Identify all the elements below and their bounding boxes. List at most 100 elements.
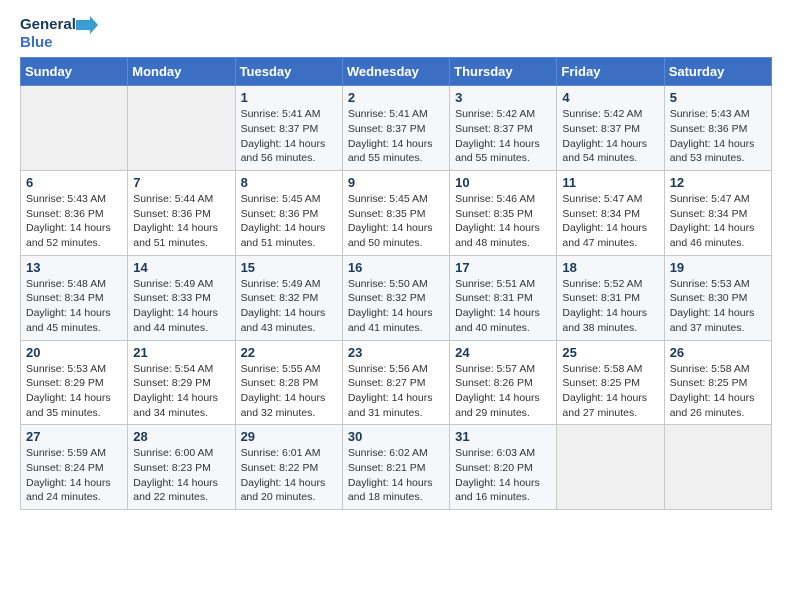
weekday-header: Sunday bbox=[21, 58, 128, 86]
day-detail: Sunrise: 5:44 AM Sunset: 8:36 PM Dayligh… bbox=[133, 192, 229, 251]
day-number: 13 bbox=[26, 260, 122, 275]
day-detail: Sunrise: 5:41 AM Sunset: 8:37 PM Dayligh… bbox=[241, 107, 337, 166]
calendar-cell: 16 Sunrise: 5:50 AM Sunset: 8:32 PM Dayli… bbox=[342, 255, 449, 340]
calendar-cell: 22 Sunrise: 5:55 AM Sunset: 8:28 PM Dayli… bbox=[235, 340, 342, 425]
weekday-header: Saturday bbox=[664, 58, 771, 86]
day-detail: Sunrise: 5:48 AM Sunset: 8:34 PM Dayligh… bbox=[26, 277, 122, 336]
day-detail: Sunrise: 5:54 AM Sunset: 8:29 PM Dayligh… bbox=[133, 362, 229, 421]
calendar-cell bbox=[557, 425, 664, 510]
day-detail: Sunrise: 5:45 AM Sunset: 8:36 PM Dayligh… bbox=[241, 192, 337, 251]
calendar-cell: 27 Sunrise: 5:59 AM Sunset: 8:24 PM Dayli… bbox=[21, 425, 128, 510]
day-number: 12 bbox=[670, 175, 766, 190]
weekday-header-row: SundayMondayTuesdayWednesdayThursdayFrid… bbox=[21, 58, 772, 86]
day-number: 31 bbox=[455, 429, 551, 444]
calendar-week-row: 1 Sunrise: 5:41 AM Sunset: 8:37 PM Daylig… bbox=[21, 86, 772, 171]
calendar-cell: 1 Sunrise: 5:41 AM Sunset: 8:37 PM Daylig… bbox=[235, 86, 342, 171]
day-number: 1 bbox=[241, 90, 337, 105]
day-number: 23 bbox=[348, 345, 444, 360]
calendar-cell: 30 Sunrise: 6:02 AM Sunset: 8:21 PM Dayli… bbox=[342, 425, 449, 510]
day-number: 14 bbox=[133, 260, 229, 275]
calendar-cell: 21 Sunrise: 5:54 AM Sunset: 8:29 PM Dayli… bbox=[128, 340, 235, 425]
calendar-cell: 12 Sunrise: 5:47 AM Sunset: 8:34 PM Dayli… bbox=[664, 171, 771, 256]
calendar-cell: 25 Sunrise: 5:58 AM Sunset: 8:25 PM Dayli… bbox=[557, 340, 664, 425]
calendar-cell: 28Sunrise: 6:00 AM Sunset: 8:23 PM Dayli… bbox=[128, 425, 235, 510]
page-header: General Blue bbox=[20, 16, 772, 51]
day-number: 8 bbox=[241, 175, 337, 190]
weekday-header: Thursday bbox=[450, 58, 557, 86]
calendar-cell bbox=[128, 86, 235, 171]
day-number: 30 bbox=[348, 429, 444, 444]
day-detail: Sunrise: 5:42 AM Sunset: 8:37 PM Dayligh… bbox=[455, 107, 551, 166]
day-detail: Sunrise: 5:49 AM Sunset: 8:32 PM Dayligh… bbox=[241, 277, 337, 336]
day-detail: Sunrise: 5:49 AM Sunset: 8:33 PM Dayligh… bbox=[133, 277, 229, 336]
day-detail: Sunrise: 6:03 AM Sunset: 8:20 PM Dayligh… bbox=[455, 446, 551, 505]
day-number: 22 bbox=[241, 345, 337, 360]
calendar-cell bbox=[664, 425, 771, 510]
logo-blue: Blue bbox=[20, 34, 53, 51]
day-detail: Sunrise: 5:50 AM Sunset: 8:32 PM Dayligh… bbox=[348, 277, 444, 336]
calendar-cell: 18 Sunrise: 5:52 AM Sunset: 8:31 PM Dayli… bbox=[557, 255, 664, 340]
calendar-cell: 3 Sunrise: 5:42 AM Sunset: 8:37 PM Daylig… bbox=[450, 86, 557, 171]
day-number: 15 bbox=[241, 260, 337, 275]
day-detail: Sunrise: 5:47 AM Sunset: 8:34 PM Dayligh… bbox=[670, 192, 766, 251]
calendar-cell: 23 Sunrise: 5:56 AM Sunset: 8:27 PM Dayli… bbox=[342, 340, 449, 425]
calendar-cell: 5 Sunrise: 5:43 AM Sunset: 8:36 PM Daylig… bbox=[664, 86, 771, 171]
day-detail: Sunrise: 5:47 AM Sunset: 8:34 PM Dayligh… bbox=[562, 192, 658, 251]
calendar-cell: 15 Sunrise: 5:49 AM Sunset: 8:32 PM Dayli… bbox=[235, 255, 342, 340]
day-number: 7 bbox=[133, 175, 229, 190]
day-detail: Sunrise: 5:57 AM Sunset: 8:26 PM Dayligh… bbox=[455, 362, 551, 421]
calendar-cell: 10Sunrise: 5:46 AM Sunset: 8:35 PM Dayli… bbox=[450, 171, 557, 256]
day-detail: Sunrise: 5:55 AM Sunset: 8:28 PM Dayligh… bbox=[241, 362, 337, 421]
day-number: 4 bbox=[562, 90, 658, 105]
day-number: 11 bbox=[562, 175, 658, 190]
day-number: 18 bbox=[562, 260, 658, 275]
weekday-header: Friday bbox=[557, 58, 664, 86]
day-detail: Sunrise: 5:53 AM Sunset: 8:29 PM Dayligh… bbox=[26, 362, 122, 421]
day-detail: Sunrise: 5:53 AM Sunset: 8:30 PM Dayligh… bbox=[670, 277, 766, 336]
weekday-header: Monday bbox=[128, 58, 235, 86]
day-number: 25 bbox=[562, 345, 658, 360]
calendar-cell bbox=[21, 86, 128, 171]
calendar-week-row: 20 Sunrise: 5:53 AM Sunset: 8:29 PM Dayli… bbox=[21, 340, 772, 425]
day-detail: Sunrise: 5:43 AM Sunset: 8:36 PM Dayligh… bbox=[670, 107, 766, 166]
day-detail: Sunrise: 5:59 AM Sunset: 8:24 PM Dayligh… bbox=[26, 446, 122, 505]
day-detail: Sunrise: 6:01 AM Sunset: 8:22 PM Dayligh… bbox=[241, 446, 337, 505]
day-number: 27 bbox=[26, 429, 122, 444]
day-detail: Sunrise: 5:58 AM Sunset: 8:25 PM Dayligh… bbox=[562, 362, 658, 421]
weekday-header: Wednesday bbox=[342, 58, 449, 86]
day-detail: Sunrise: 5:51 AM Sunset: 8:31 PM Dayligh… bbox=[455, 277, 551, 336]
day-number: 16 bbox=[348, 260, 444, 275]
calendar-week-row: 13 Sunrise: 5:48 AM Sunset: 8:34 PM Dayli… bbox=[21, 255, 772, 340]
day-detail: Sunrise: 5:58 AM Sunset: 8:25 PM Dayligh… bbox=[670, 362, 766, 421]
day-number: 6 bbox=[26, 175, 122, 190]
calendar-cell: 29 Sunrise: 6:01 AM Sunset: 8:22 PM Dayli… bbox=[235, 425, 342, 510]
day-number: 17 bbox=[455, 260, 551, 275]
calendar-cell: 6 Sunrise: 5:43 AM Sunset: 8:36 PM Daylig… bbox=[21, 171, 128, 256]
day-detail: Sunrise: 6:02 AM Sunset: 8:21 PM Dayligh… bbox=[348, 446, 444, 505]
calendar-cell: 11 Sunrise: 5:47 AM Sunset: 8:34 PM Dayli… bbox=[557, 171, 664, 256]
logo: General Blue bbox=[20, 16, 98, 51]
day-number: 5 bbox=[670, 90, 766, 105]
day-number: 28 bbox=[133, 429, 229, 444]
day-detail: Sunrise: 5:52 AM Sunset: 8:31 PM Dayligh… bbox=[562, 277, 658, 336]
calendar-cell: 17 Sunrise: 5:51 AM Sunset: 8:31 PM Dayli… bbox=[450, 255, 557, 340]
day-number: 9 bbox=[348, 175, 444, 190]
day-number: 3 bbox=[455, 90, 551, 105]
day-detail: Sunrise: 5:56 AM Sunset: 8:27 PM Dayligh… bbox=[348, 362, 444, 421]
calendar-table: SundayMondayTuesdayWednesdayThursdayFrid… bbox=[20, 57, 772, 510]
calendar-cell: 2 Sunrise: 5:41 AM Sunset: 8:37 PM Daylig… bbox=[342, 86, 449, 171]
logo-general: General bbox=[20, 16, 76, 33]
logo-arrow-icon bbox=[76, 16, 98, 34]
day-detail: Sunrise: 5:41 AM Sunset: 8:37 PM Dayligh… bbox=[348, 107, 444, 166]
calendar-cell: 31 Sunrise: 6:03 AM Sunset: 8:20 PM Dayli… bbox=[450, 425, 557, 510]
calendar-cell: 8 Sunrise: 5:45 AM Sunset: 8:36 PM Daylig… bbox=[235, 171, 342, 256]
day-number: 24 bbox=[455, 345, 551, 360]
day-number: 19 bbox=[670, 260, 766, 275]
day-number: 21 bbox=[133, 345, 229, 360]
day-detail: Sunrise: 5:46 AM Sunset: 8:35 PM Dayligh… bbox=[455, 192, 551, 251]
day-number: 20 bbox=[26, 345, 122, 360]
day-detail: Sunrise: 5:43 AM Sunset: 8:36 PM Dayligh… bbox=[26, 192, 122, 251]
day-number: 29 bbox=[241, 429, 337, 444]
day-detail: Sunrise: 5:42 AM Sunset: 8:37 PM Dayligh… bbox=[562, 107, 658, 166]
day-number: 2 bbox=[348, 90, 444, 105]
